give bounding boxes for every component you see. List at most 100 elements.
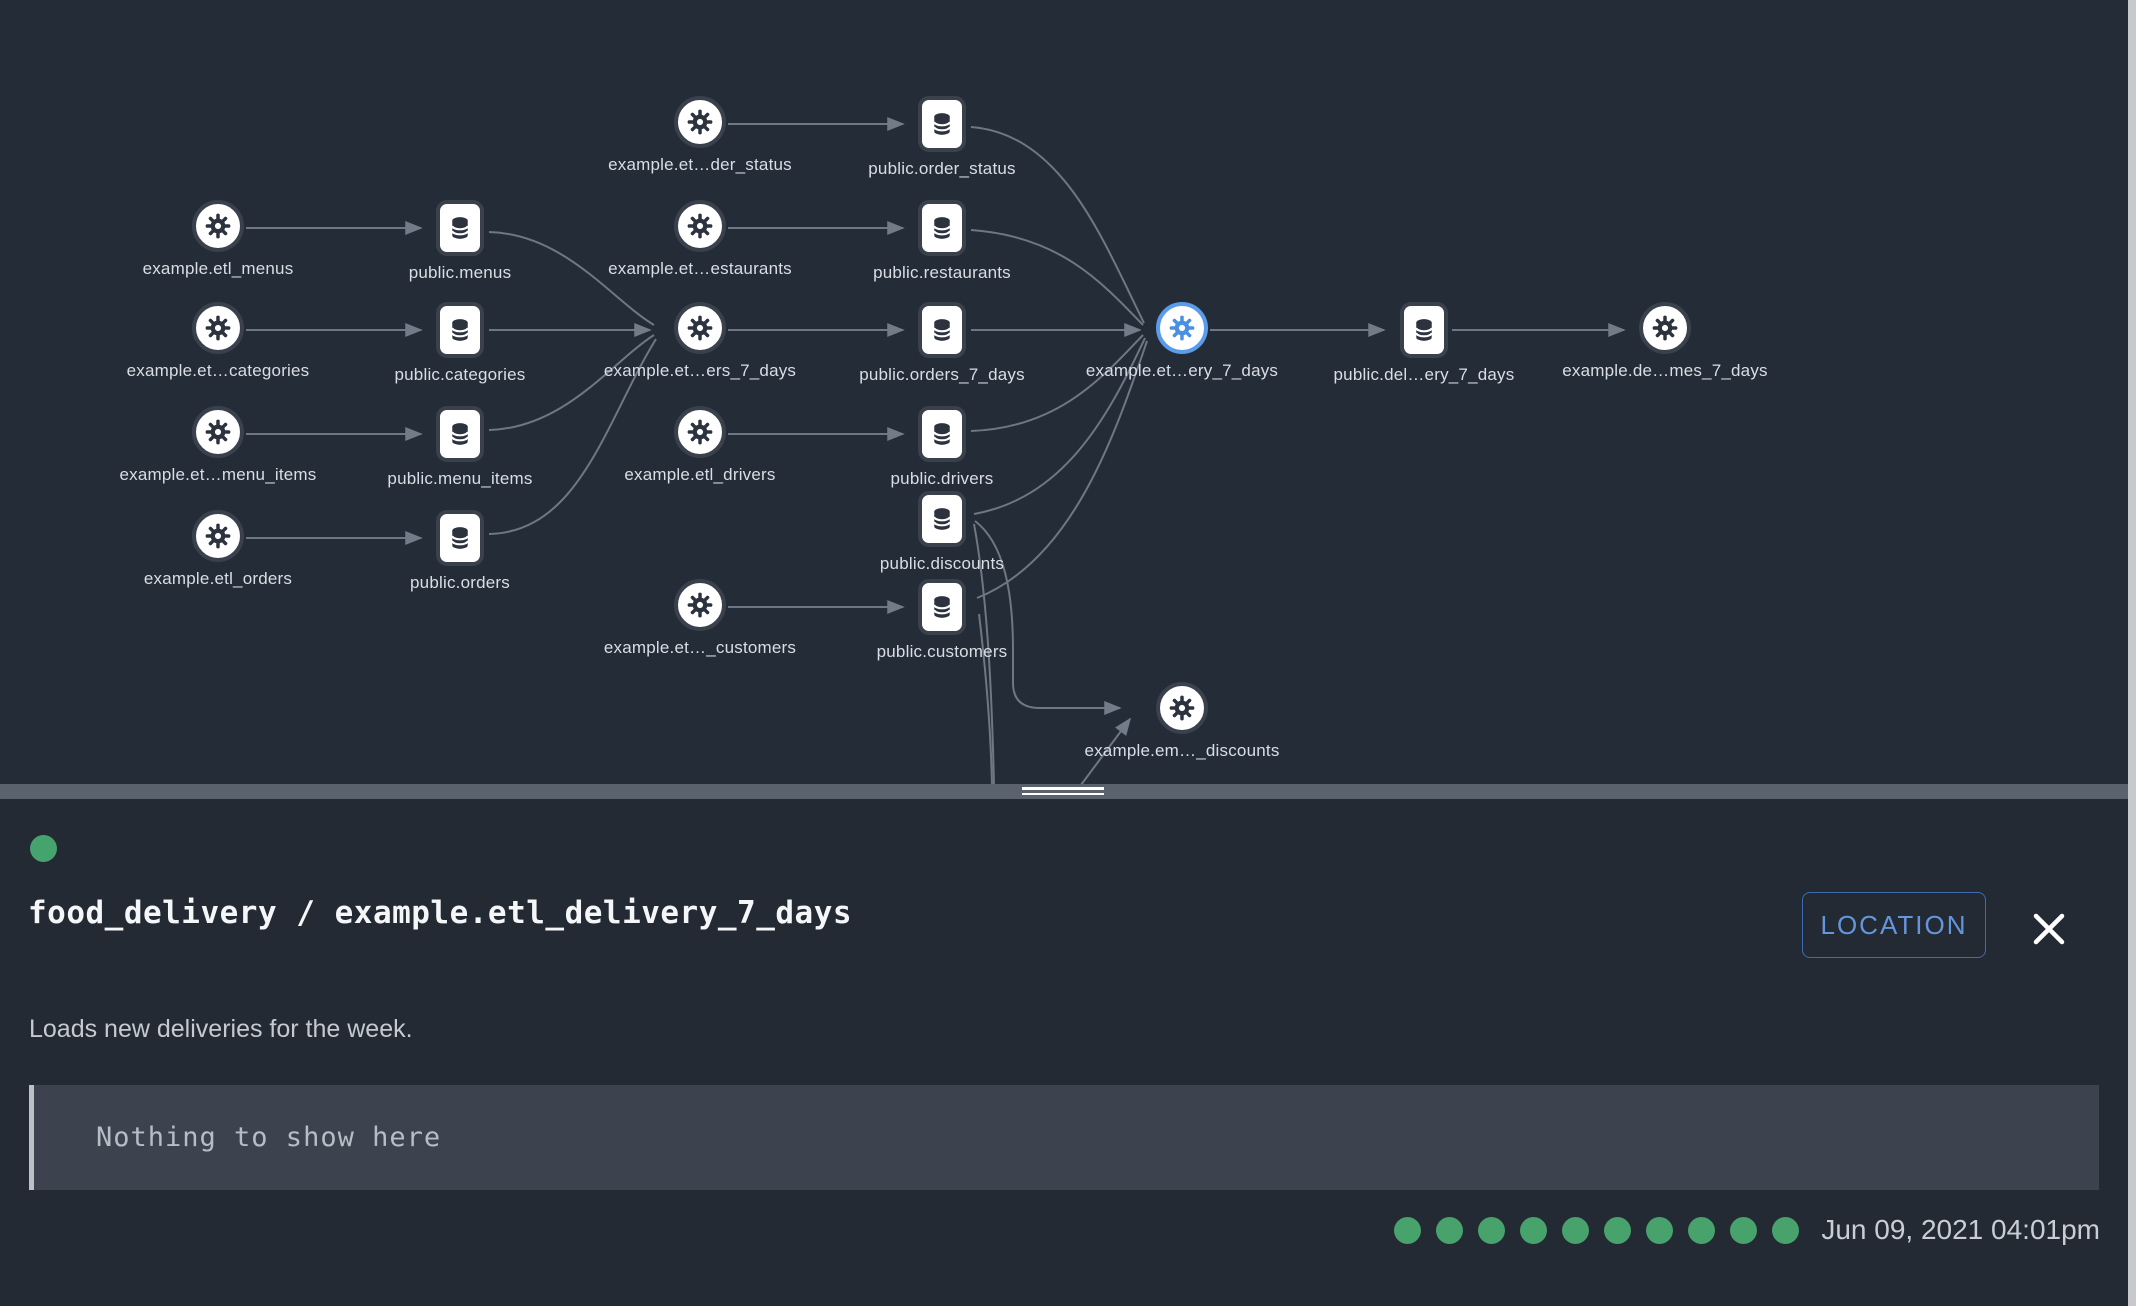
graph-node-categories[interactable]: public.categories [340, 302, 580, 385]
op-node-icon [192, 510, 244, 562]
database-icon [443, 521, 477, 555]
table-node-icon [918, 406, 966, 462]
node-label: example.et…_customers [580, 638, 820, 658]
graph-node-delivery-7-days[interactable]: public.del…ery_7_days [1304, 302, 1544, 385]
node-label: public.orders [340, 573, 580, 593]
op-detail-panel: food_delivery / example.etl_delivery_7_d… [0, 799, 2136, 1306]
run-status-dot[interactable] [1646, 1217, 1673, 1244]
graph-node-etl-order-status[interactable]: example.et…der_status [580, 96, 820, 175]
node-label: public.order_status [822, 159, 1062, 179]
graph-node-etl-orders-7-days[interactable]: example.et…ers_7_days [580, 302, 820, 381]
run-status-dot[interactable] [1562, 1217, 1589, 1244]
graph-node-email-discounts[interactable]: example.em…_discounts [1062, 682, 1302, 761]
node-label: public.customers [822, 642, 1062, 662]
run-status-dot[interactable] [1436, 1217, 1463, 1244]
run-status-dot[interactable] [1688, 1217, 1715, 1244]
graph-node-menus[interactable]: public.menus [340, 200, 580, 283]
gear-icon [201, 209, 235, 243]
graph-node-etl-categories[interactable]: example.et…categories [98, 302, 338, 381]
graph-node-menu-items[interactable]: public.menu_items [340, 406, 580, 489]
graph-node-etl-restaurants[interactable]: example.et…estaurants [580, 200, 820, 279]
node-label: public.menus [340, 263, 580, 283]
node-label: public.discounts [822, 554, 1062, 574]
run-status-dot[interactable] [1478, 1217, 1505, 1244]
run-status-dot[interactable] [1604, 1217, 1631, 1244]
gear-icon [683, 105, 717, 139]
node-label: example.etl_orders [98, 569, 338, 589]
node-label: public.drivers [822, 469, 1062, 489]
graph-node-orders[interactable]: public.orders [340, 510, 580, 593]
empty-state-box: Nothing to show here [29, 1085, 2099, 1190]
database-icon [1407, 313, 1441, 347]
graph-node-etl-customers[interactable]: example.et…_customers [580, 579, 820, 658]
gear-icon [683, 209, 717, 243]
graph-node-delivery-times[interactable]: example.de…mes_7_days [1545, 302, 1785, 381]
graph-node-order-status[interactable]: public.order_status [822, 96, 1062, 179]
op-node-icon [674, 302, 726, 354]
node-label: example.et…ers_7_days [580, 361, 820, 381]
table-node-icon [436, 200, 484, 256]
op-node-icon [674, 96, 726, 148]
gear-icon [1648, 311, 1682, 345]
table-node-icon [918, 200, 966, 256]
graph-node-etl-menu-items[interactable]: example.et…menu_items [98, 406, 338, 485]
last-run-timestamp: Jun 09, 2021 04:01pm [1821, 1214, 2100, 1246]
graph-node-etl-drivers[interactable]: example.etl_drivers [580, 406, 820, 485]
run-status-dot[interactable] [1772, 1217, 1799, 1244]
op-node-icon [1639, 302, 1691, 354]
database-icon [925, 590, 959, 624]
gear-icon [1165, 691, 1199, 725]
gear-icon [683, 311, 717, 345]
op-node-icon [192, 200, 244, 252]
graph-node-customers[interactable]: public.customers [822, 579, 1062, 662]
gear-icon [201, 415, 235, 449]
node-label: example.et…categories [98, 361, 338, 381]
node-label: example.etl_menus [98, 259, 338, 279]
table-node-icon [436, 510, 484, 566]
node-label: example.et…menu_items [98, 465, 338, 485]
run-status-dots [1379, 1217, 1799, 1244]
table-node-icon [436, 406, 484, 462]
node-label: public.del…ery_7_days [1304, 365, 1544, 385]
graph-node-discounts[interactable]: public.discounts [822, 491, 1062, 574]
op-node-icon [674, 406, 726, 458]
node-label: public.menu_items [340, 469, 580, 489]
database-icon [925, 107, 959, 141]
graph-edges [0, 0, 2136, 784]
table-node-icon [918, 96, 966, 152]
op-node-icon [1156, 682, 1208, 734]
run-status-dot[interactable] [1394, 1217, 1421, 1244]
gear-icon [201, 519, 235, 553]
database-icon [925, 313, 959, 347]
database-icon [925, 502, 959, 536]
resize-grip-icon[interactable] [1022, 787, 1104, 796]
graph-node-orders-7-days[interactable]: public.orders_7_days [822, 302, 1062, 385]
node-label: example.et…ery_7_days [1062, 361, 1302, 381]
node-label: example.etl_drivers [580, 465, 820, 485]
panel-resize-divider[interactable] [0, 784, 2136, 799]
op-node-icon [192, 406, 244, 458]
close-icon[interactable] [2031, 911, 2067, 947]
node-label: example.et…der_status [580, 155, 820, 175]
pipeline-graph-canvas[interactable]: example.etl_menus public.menus example.e… [0, 0, 2136, 784]
graph-node-etl-menus[interactable]: example.etl_menus [98, 200, 338, 279]
database-icon [443, 417, 477, 451]
recent-runs-row: Jun 09, 2021 04:01pm [1379, 1214, 2100, 1246]
graph-node-etl-delivery-7-days[interactable]: example.et…ery_7_days [1062, 302, 1302, 381]
graph-node-etl-orders[interactable]: example.etl_orders [98, 510, 338, 589]
status-dot [30, 835, 57, 862]
op-node-icon [192, 302, 244, 354]
location-button[interactable]: LOCATION [1802, 892, 1986, 958]
graph-node-restaurants[interactable]: public.restaurants [822, 200, 1062, 283]
node-label: example.et…estaurants [580, 259, 820, 279]
run-status-dot[interactable] [1520, 1217, 1547, 1244]
run-status-dot[interactable] [1730, 1217, 1757, 1244]
dagit-app: example.etl_menus public.menus example.e… [0, 0, 2136, 1306]
database-icon [925, 417, 959, 451]
graph-node-drivers[interactable]: public.drivers [822, 406, 1062, 489]
op-node-icon [674, 579, 726, 631]
gear-icon [683, 415, 717, 449]
panel-title: food_delivery / example.etl_delivery_7_d… [28, 895, 852, 931]
op-description: Loads new deliveries for the week. [29, 1015, 413, 1044]
vertical-scrollbar[interactable] [2128, 0, 2136, 1306]
